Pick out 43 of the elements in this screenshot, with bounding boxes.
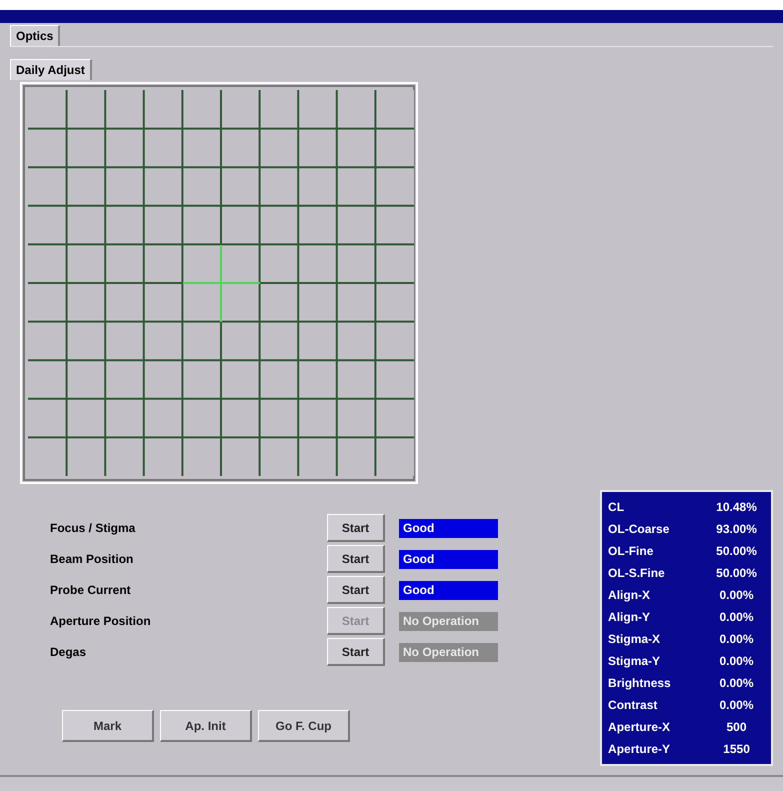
readout-name: Aperture-X xyxy=(608,719,672,736)
action-button[interactable]: Ap. Init xyxy=(160,710,252,742)
readout-name: Brightness xyxy=(608,675,672,692)
status-indicator: No Operation xyxy=(399,642,498,662)
readout-value: 93.00% xyxy=(715,521,758,538)
readout-value: 0.00% xyxy=(718,675,755,692)
status-indicator: Good xyxy=(399,518,498,538)
readout-name: Stigma-Y xyxy=(608,653,662,670)
readout-name: CL xyxy=(608,499,626,516)
readout-value: 50.00% xyxy=(715,565,758,582)
tab[interactable]: Daily Adjust xyxy=(10,59,92,80)
start-button[interactable]: Start xyxy=(327,514,385,542)
operation-label: Degas xyxy=(50,644,88,661)
start-button[interactable]: Start xyxy=(327,545,385,573)
status-indicator: Good xyxy=(399,550,498,568)
operation-label: Probe Current xyxy=(50,582,132,599)
readout-name: Stigma-X xyxy=(608,631,662,648)
readout-name: OL-S.Fine xyxy=(608,565,666,582)
operation-label: Aperture Position xyxy=(50,613,152,630)
readout-value: 0.00% xyxy=(718,697,755,714)
status-indicator: Good xyxy=(399,580,498,600)
tab[interactable]: Optics xyxy=(10,25,60,46)
status-indicator: No Operation xyxy=(399,612,498,630)
readout-value: 0.00% xyxy=(718,609,755,626)
start-button[interactable]: Start xyxy=(327,576,385,604)
operation-label: Focus / Stigma xyxy=(50,520,136,537)
readout-value: 50.00% xyxy=(715,543,758,560)
readout-value: 1550 xyxy=(722,741,751,758)
readout-value: 0.00% xyxy=(718,631,755,648)
readout-name: OL-Fine xyxy=(608,543,654,560)
readout-value: 500 xyxy=(726,719,748,736)
readout-value: 0.00% xyxy=(718,587,755,604)
readout-value: 0.00% xyxy=(718,653,755,670)
readout-name: Contrast xyxy=(608,697,658,714)
readout-value: 10.48% xyxy=(715,499,758,516)
start-button[interactable]: Start xyxy=(327,638,385,666)
readout-name: Align-X xyxy=(608,587,652,604)
readout-name: OL-Coarse xyxy=(608,521,670,538)
operation-label: Beam Position xyxy=(50,551,134,568)
readout-name: Aperture-Y xyxy=(608,741,672,758)
action-button[interactable]: Go F. Cup xyxy=(258,710,350,742)
action-button[interactable]: Mark xyxy=(62,710,154,742)
readout-name: Align-Y xyxy=(608,609,652,626)
